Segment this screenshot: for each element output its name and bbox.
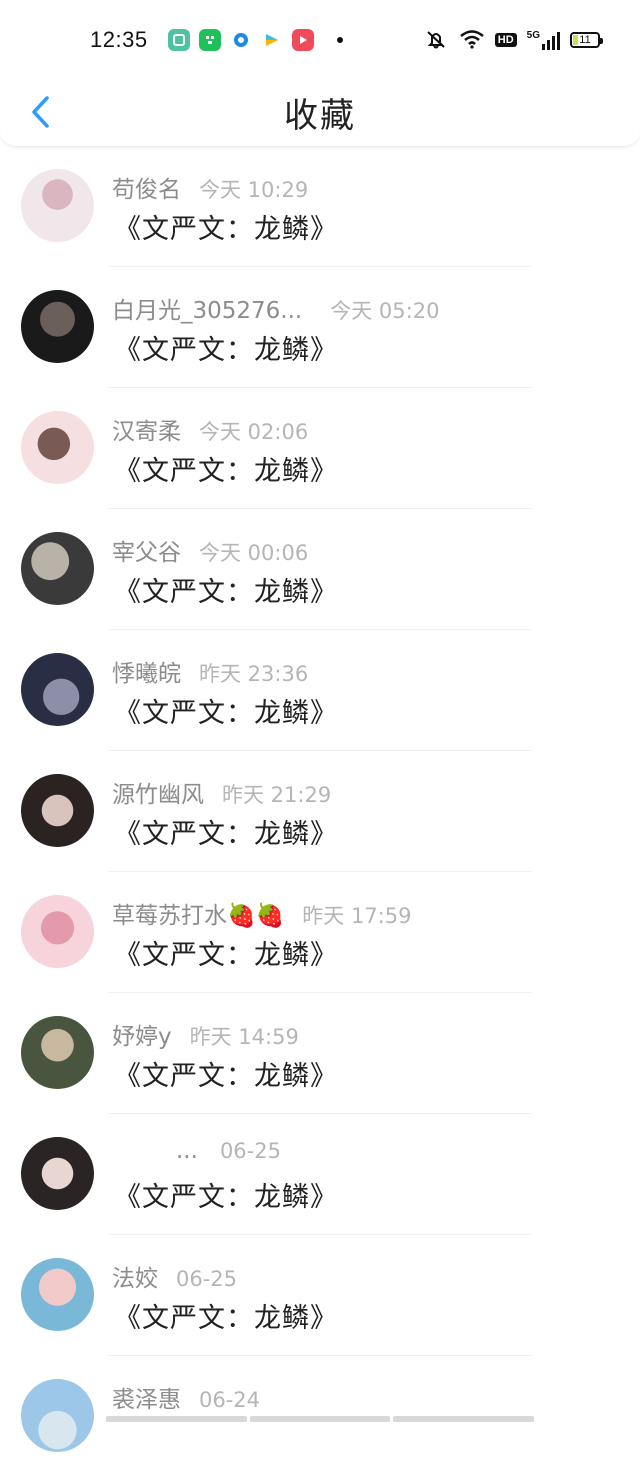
user-name[interactable]: 法姣 xyxy=(112,1259,158,1293)
user-name[interactable]: 草莓苏打水🍓🍓 xyxy=(112,896,284,930)
notification-icons xyxy=(167,29,343,51)
list-item[interactable]: 汉寄柔 今天 02:06 《文严文：龙鳞》 xyxy=(0,388,640,509)
avatar[interactable] xyxy=(21,1137,94,1210)
signal-icon: 5G xyxy=(527,30,560,50)
avatar[interactable] xyxy=(21,411,94,484)
timestamp: 昨天 21:29 xyxy=(222,783,332,807)
list-item[interactable]: 悸曦皖 昨天 23:36 《文严文：龙鳞》 xyxy=(0,630,640,751)
timestamp: 今天 02:06 xyxy=(199,420,309,444)
item-content[interactable]: 《文严文：龙鳞》 xyxy=(114,691,338,730)
wifi-icon xyxy=(459,29,485,52)
favorites-list: 苟俊名 今天 10:29 《文严文：龙鳞》 白月光_305276... 今天 05:… xyxy=(0,146,640,1477)
battery-level: 11 xyxy=(579,34,591,46)
item-content[interactable]: 《文严文：龙鳞》 xyxy=(114,1175,338,1214)
user-name[interactable]: 苟俊名 xyxy=(112,170,181,204)
scroll-indicator xyxy=(106,1416,535,1422)
list-item[interactable]: 苟俊名 今天 10:29 《文严文：龙鳞》 xyxy=(0,146,640,267)
list-item[interactable]: 白月光_305276... 今天 05:20 《文严文：龙鳞》 xyxy=(0,267,640,388)
avatar[interactable] xyxy=(21,1379,94,1452)
item-content[interactable]: 《文严文：龙鳞》 xyxy=(114,1296,338,1335)
list-item[interactable]: 法姣 06-25 《文严文：龙鳞》 xyxy=(0,1235,640,1356)
list-item[interactable]: 宰父谷 今天 00:06 《文严文：龙鳞》 xyxy=(0,509,640,630)
avatar[interactable] xyxy=(21,895,94,968)
avatar[interactable] xyxy=(21,653,94,726)
avatar[interactable] xyxy=(21,290,94,363)
gallery-app-icon xyxy=(167,29,190,51)
item-content[interactable]: 《文严文：龙鳞》 xyxy=(114,328,338,367)
user-name[interactable]: 裘泽惠 xyxy=(112,1380,181,1414)
avatar[interactable] xyxy=(21,1258,94,1331)
user-name[interactable]: 妤婷y xyxy=(112,1017,172,1051)
item-content[interactable]: 《文严文：龙鳞》 xyxy=(114,207,338,246)
network-label: 5G xyxy=(526,30,540,41)
video-app-icon xyxy=(260,29,283,51)
item-content[interactable]: 《文严文：龙鳞》 xyxy=(114,449,338,488)
list-item[interactable]: 草莓苏打水🍓🍓 昨天 17:59 《文严文：龙鳞》 xyxy=(0,872,640,993)
hd-badge: HD xyxy=(494,33,517,47)
timestamp: 06-24 xyxy=(199,1388,261,1412)
mute-bell-icon xyxy=(423,29,449,52)
page-title: 收藏 xyxy=(284,96,356,136)
more-notifications-dot xyxy=(336,37,343,43)
user-name[interactable]: 白月光_305276... xyxy=(112,291,302,325)
battery-icon: 11 xyxy=(570,32,603,48)
timestamp: 06-25 xyxy=(219,1139,281,1163)
user-name[interactable]: ... xyxy=(176,1138,198,1164)
list-item[interactable]: ... 06-25 《文严文：龙鳞》 xyxy=(0,1114,640,1235)
avatar[interactable] xyxy=(21,169,94,242)
timestamp: 昨天 23:36 xyxy=(199,662,309,686)
wechat-mini-app-icon xyxy=(198,29,221,51)
nav-header: 收藏 xyxy=(0,80,640,147)
player-app-icon xyxy=(291,29,314,51)
avatar[interactable] xyxy=(21,532,94,605)
status-bar: 12:35 HD 5G 11 xyxy=(0,0,640,80)
item-content[interactable]: 《文严文：龙鳞》 xyxy=(114,812,338,851)
system-indicators: HD 5G 11 xyxy=(423,29,603,52)
timestamp: 06-25 xyxy=(176,1267,238,1291)
timestamp: 今天 10:29 xyxy=(199,178,309,202)
status-time: 12:35 xyxy=(90,27,148,52)
timestamp: 昨天 14:59 xyxy=(189,1025,299,1049)
user-name[interactable]: 悸曦皖 xyxy=(112,654,181,688)
timestamp: 昨天 17:59 xyxy=(302,904,412,928)
timestamp: 今天 05:20 xyxy=(330,299,440,323)
avatar[interactable] xyxy=(21,774,94,847)
list-item[interactable]: 源竹幽风 昨天 21:29 《文严文：龙鳞》 xyxy=(0,751,640,872)
list-item[interactable]: 妤婷y 昨天 14:59 《文严文：龙鳞》 xyxy=(0,993,640,1114)
timestamp: 今天 00:06 xyxy=(199,541,309,565)
browser-app-icon xyxy=(229,29,252,51)
item-content[interactable]: 《文严文：龙鳞》 xyxy=(114,1054,338,1093)
item-content[interactable]: 《文严文：龙鳞》 xyxy=(114,570,338,609)
user-name[interactable]: 宰父谷 xyxy=(112,533,181,567)
user-name[interactable]: 源竹幽风 xyxy=(112,775,204,809)
avatar[interactable] xyxy=(21,1016,94,1089)
item-content[interactable]: 《文严文：龙鳞》 xyxy=(114,933,338,972)
user-name[interactable]: 汉寄柔 xyxy=(112,412,181,446)
